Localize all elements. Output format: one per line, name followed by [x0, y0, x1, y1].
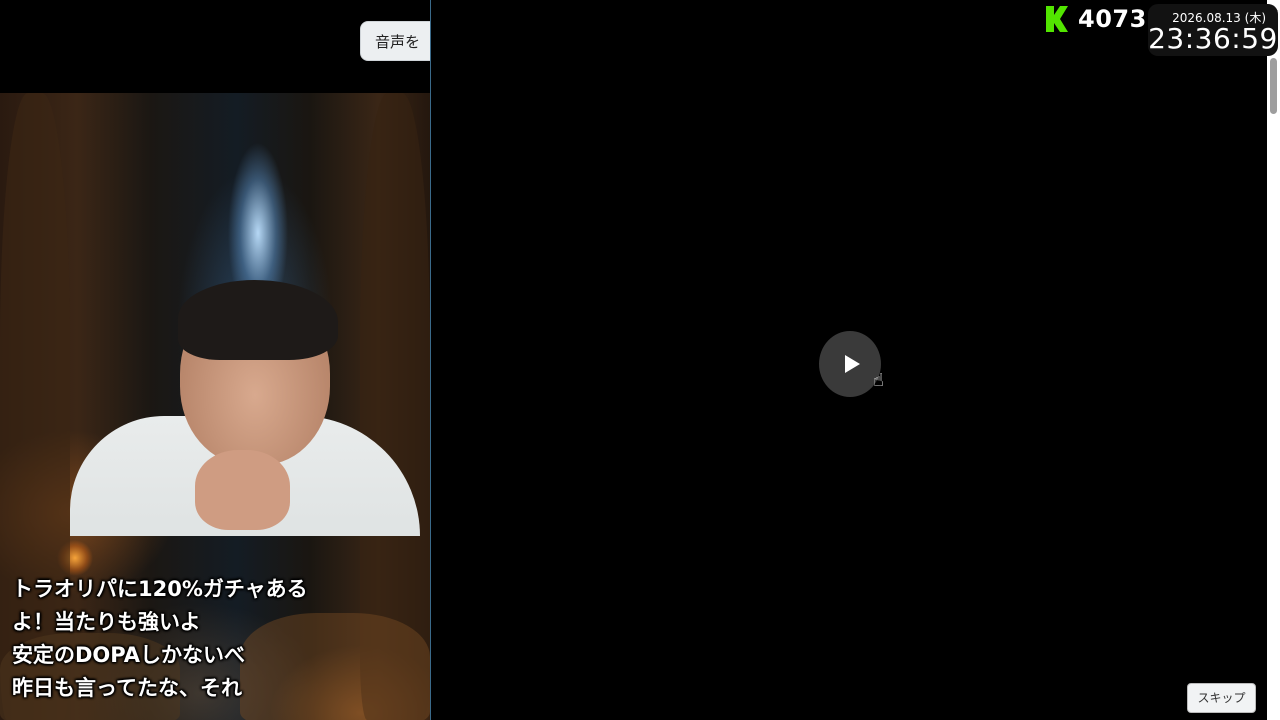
points-badge: 4073 — [1046, 4, 1147, 34]
subtitle-line: トラオリパに120%ガチャある — [12, 577, 308, 601]
play-button[interactable] — [819, 331, 881, 397]
subtitle-overlay: トラオリパに120%ガチャある よ！当たりも強いよ 安定のDOPAしかないべ 昨… — [12, 573, 427, 705]
subtitle-line: 安定のDOPAしかないべ — [12, 643, 245, 667]
hand-cursor-icon: ☝ — [873, 370, 884, 391]
streamer-webcam — [70, 280, 420, 536]
scrollbar[interactable] — [1267, 0, 1280, 720]
clock-time: 23:36:59 — [1148, 22, 1278, 55]
clock-widget: 2026.08.13 (木) 23:36:59 — [1148, 4, 1278, 56]
k-icon — [1046, 6, 1068, 32]
stream-pane: 音声を トラオリパに120%ガチャある よ！当たりも強いよ 安定のDOPAしかな… — [0, 0, 430, 720]
subtitle-line: よ！当たりも強いよ — [12, 610, 201, 634]
subtitle-line: 昨日も言ってたな、それ — [12, 676, 242, 700]
skip-button[interactable]: スキップ — [1187, 683, 1256, 713]
points-value: 4073 — [1078, 5, 1147, 33]
video-player[interactable]: ☝ スキップ — [430, 0, 1280, 720]
scrollbar-thumb[interactable] — [1270, 58, 1277, 114]
audio-button[interactable]: 音声を — [360, 21, 430, 61]
play-icon — [844, 355, 860, 373]
